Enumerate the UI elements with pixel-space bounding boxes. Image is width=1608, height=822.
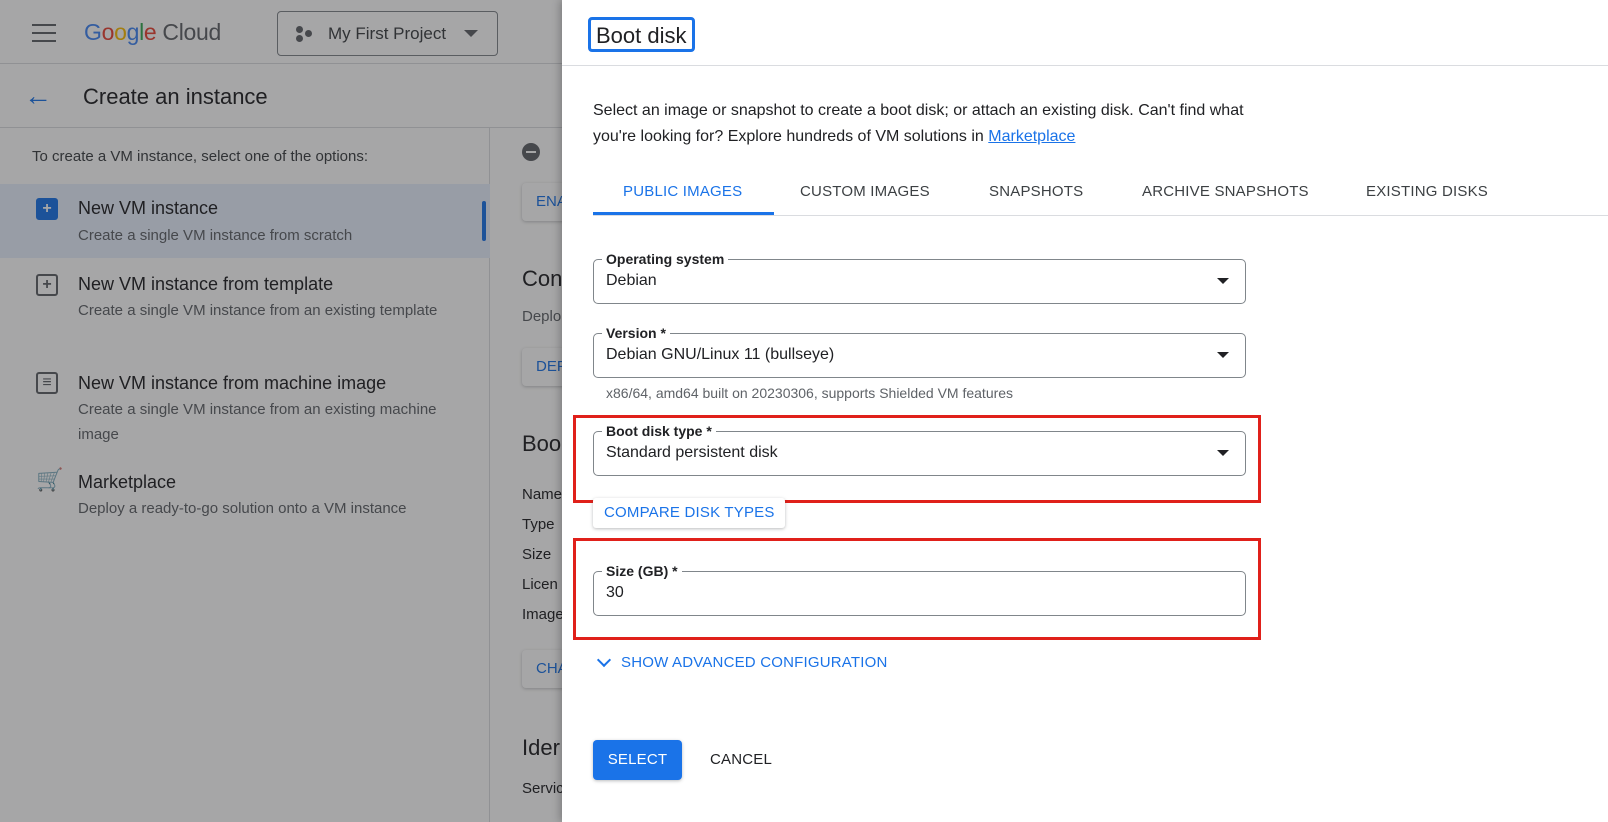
field-value[interactable]: 30: [606, 584, 624, 602]
boot-disk-panel: Boot disk Select an image or snapshot to…: [562, 0, 1608, 822]
divider: [562, 65, 1608, 66]
version-hint: x86/64, amd64 built on 20230306, support…: [606, 385, 1014, 401]
active-tab-indicator: [593, 212, 774, 215]
field-value: Debian GNU/Linux 11 (bullseye): [606, 346, 835, 363]
chevron-down-icon: [596, 652, 612, 668]
field-value: Debian: [606, 272, 657, 289]
panel-title: Boot disk: [588, 17, 695, 52]
field-label: Operating system: [602, 250, 729, 268]
dropdown-arrow-icon: [1217, 450, 1229, 456]
panel-description: Select an image or snapshot to create a …: [593, 98, 1253, 150]
dropdown-arrow-icon: [1217, 278, 1229, 284]
size-input[interactable]: Size (GB) * 30: [593, 562, 1246, 616]
version-select[interactable]: Version * Debian GNU/Linux 11 (bullseye): [593, 324, 1246, 378]
tab-custom-images[interactable]: CUSTOM IMAGES: [800, 176, 930, 215]
modal-scrim[interactable]: [0, 0, 562, 822]
boot-disk-type-select[interactable]: Boot disk type * Standard persistent dis…: [593, 422, 1246, 476]
image-source-tabs: PUBLIC IMAGES CUSTOM IMAGES SNAPSHOTS AR…: [593, 176, 1608, 216]
description-text: Select an image or snapshot to create a …: [593, 102, 1244, 145]
field-label: Boot disk type *: [602, 422, 716, 440]
tab-snapshots[interactable]: SNAPSHOTS: [989, 176, 1083, 215]
marketplace-link[interactable]: Marketplace: [988, 128, 1075, 145]
tab-existing-disks[interactable]: EXISTING DISKS: [1366, 176, 1488, 215]
field-value: Standard persistent disk: [606, 444, 778, 461]
field-label: Size (GB) *: [602, 562, 682, 580]
cancel-button[interactable]: CANCEL: [710, 740, 772, 780]
tab-public-images[interactable]: PUBLIC IMAGES: [623, 176, 742, 215]
select-button[interactable]: SELECT: [593, 740, 682, 780]
field-label: Version *: [602, 324, 670, 342]
dropdown-arrow-icon: [1217, 352, 1229, 358]
tab-archive-snapshots[interactable]: ARCHIVE SNAPSHOTS: [1142, 176, 1309, 215]
show-advanced-config-toggle[interactable]: SHOW ADVANCED CONFIGURATION: [595, 652, 888, 671]
advanced-label: SHOW ADVANCED CONFIGURATION: [621, 654, 888, 671]
operating-system-select[interactable]: Operating system Debian: [593, 250, 1246, 304]
compare-disk-types-button[interactable]: COMPARE DISK TYPES: [593, 498, 785, 528]
